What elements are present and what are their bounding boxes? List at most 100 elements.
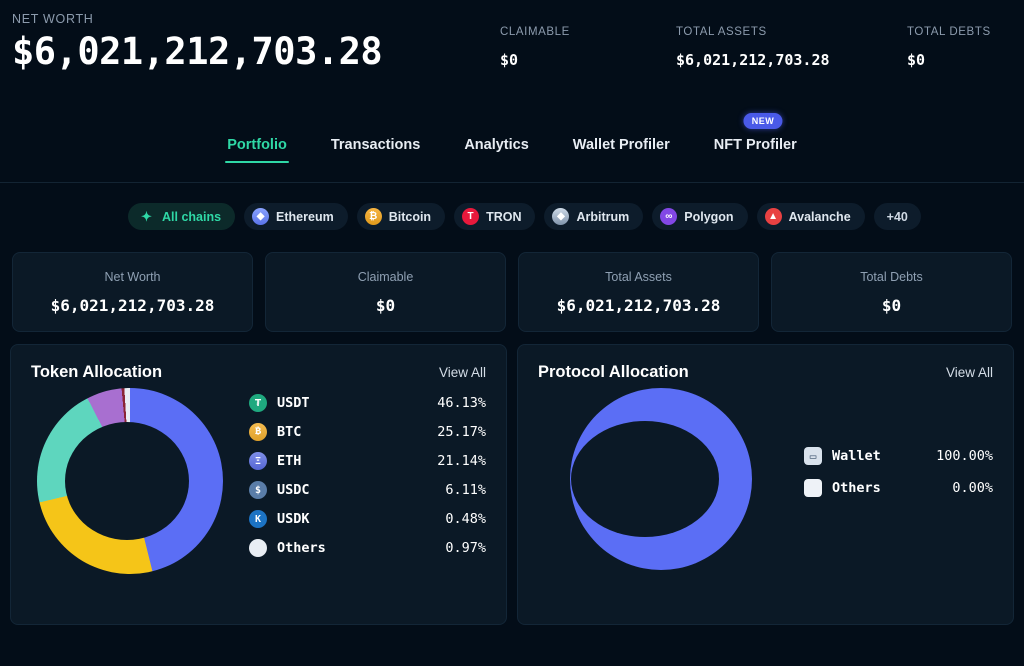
token-allocation-card: Token Allocation View All ₮ USDT 46.13% ₿ BT… — [10, 344, 507, 625]
usdk-icon: K — [249, 510, 267, 528]
tab-transactions[interactable]: Transactions — [309, 137, 442, 163]
token-legend-row: $ USDC 6.11% — [249, 481, 486, 499]
hero-stat-label: TOTAL ASSETS — [676, 26, 767, 38]
tab-analytics[interactable]: Analytics — [442, 137, 550, 163]
token-legend-name: Others — [277, 540, 326, 556]
btc-icon: ₿ — [249, 423, 267, 441]
main-tabbar: Portfolio Transactions Analytics Wallet … — [0, 113, 1024, 183]
token-view-all-link[interactable]: View All — [439, 365, 486, 380]
token-legend-name: USDK — [277, 511, 310, 527]
new-badge: NEW — [743, 113, 783, 129]
chain-chip-label: Polygon — [684, 209, 734, 224]
hero-stat-label: TOTAL DEBTS — [907, 26, 991, 38]
tab-portfolio[interactable]: Portfolio — [205, 137, 309, 163]
stat-card-label: Total Assets — [605, 269, 672, 284]
chain-chip-avalanche[interactable]: ▲ Avalanche — [756, 203, 865, 230]
stat-card-total-debts: Total Debts $0 — [771, 252, 1012, 332]
token-allocation-legend: ₮ USDT 46.13% ₿ BTC 25.17% Ξ ETH 21.14% $ USDC 6.11… — [223, 394, 486, 568]
tab-label: Analytics — [464, 137, 529, 153]
chain-chip-tron[interactable]: T TRON — [454, 203, 536, 230]
token-legend-row: Ξ ETH 21.14% — [249, 452, 486, 470]
chain-chip-ethereum[interactable]: ◆ Ethereum — [244, 203, 348, 230]
eth-icon: Ξ — [249, 452, 267, 470]
hero-stat-total-debts: TOTAL DEBTS $0 — [907, 26, 1024, 69]
arbitrum-icon: ◆ — [552, 208, 570, 225]
token-legend-row: ₿ BTC 25.17% — [249, 423, 486, 441]
stat-card-label: Net Worth — [104, 269, 161, 284]
stat-card-claimable: Claimable $0 — [265, 252, 506, 332]
token-allocation-body: ₮ USDT 46.13% ₿ BTC 25.17% Ξ ETH 21.14% $ USDC 6.11… — [31, 388, 486, 574]
ethereum-icon: ◆ — [252, 208, 270, 225]
chain-chip-all-chains[interactable]: ✦ All chains — [128, 203, 236, 230]
chain-filter-bar: ✦ All chains ◆ Ethereum ₿ Bitcoin T TRON… — [0, 183, 1024, 230]
stat-card-value: $0 — [881, 295, 902, 315]
token-allocation-title: Token Allocation — [31, 363, 163, 381]
hero-stat-claimable: CLAIMABLE $0 — [500, 26, 676, 69]
token-legend-name: ETH — [277, 453, 302, 469]
protocol-allocation-card: Protocol Allocation View All ▭ Wallet 100.… — [517, 344, 1014, 625]
token-legend-row: ₮ USDT 46.13% — [249, 394, 486, 412]
stat-card-total-assets: Total Assets $6,021,212,703.28 — [518, 252, 759, 332]
token-allocation-donut-chart — [37, 388, 223, 574]
protocol-view-all-link[interactable]: View All — [946, 365, 993, 380]
tab-nft-profiler[interactable]: NEW NFT Profiler — [692, 113, 819, 163]
stat-card-label: Claimable — [357, 269, 414, 284]
tab-label: NFT Profiler — [713, 137, 797, 153]
chain-chip-label: All chains — [162, 209, 222, 224]
chain-chip-label: Arbitrum — [576, 209, 630, 224]
token-legend-value: 46.13% — [437, 395, 486, 411]
stat-card-row: Net Worth $6,021,212,703.28 Claimable $0… — [0, 230, 1024, 332]
chain-chip-bitcoin[interactable]: ₿ Bitcoin — [356, 203, 446, 230]
sparkle-icon: ✦ — [141, 208, 152, 224]
token-legend-name: USDT — [277, 395, 310, 411]
protocol-donut-wrap — [538, 388, 752, 570]
net-worth-label: NET WORTH — [12, 12, 94, 26]
chain-chip-label: Bitcoin — [388, 209, 432, 224]
token-legend-value: 21.14% — [437, 453, 486, 469]
tron-icon: T — [462, 208, 480, 225]
protocol-legend-value: 0.00% — [952, 480, 993, 496]
token-legend-row: K USDK 0.48% — [249, 510, 486, 528]
others-icon — [804, 479, 822, 497]
chain-chip-label: +40 — [886, 209, 908, 224]
wallet-icon: ▭ — [804, 447, 822, 465]
avalanche-icon: ▲ — [764, 208, 782, 225]
protocol-allocation-body: ▭ Wallet 100.00% Others 0.00% — [538, 388, 993, 570]
chain-chip-label: Ethereum — [276, 209, 334, 224]
stat-card-value: $6,021,212,703.28 — [50, 295, 215, 315]
chain-chip-polygon[interactable]: ∞ Polygon — [652, 203, 748, 230]
protocol-legend-row: Others 0.00% — [804, 479, 993, 497]
bitcoin-icon: ₿ — [364, 208, 382, 225]
usdt-icon: ₮ — [249, 394, 267, 412]
protocol-allocation-header: Protocol Allocation View All — [538, 363, 993, 382]
tab-label: Transactions — [330, 137, 421, 153]
portfolio-dashboard: NET WORTH $6,021,212,703.28 CLAIMABLE $0… — [0, 0, 1024, 666]
hero-stat-value: $0 — [500, 51, 519, 69]
token-legend-value: 25.17% — [437, 424, 486, 440]
hero-summary: NET WORTH $6,021,212,703.28 CLAIMABLE $0… — [0, 0, 1024, 118]
protocol-legend-name: Wallet — [832, 448, 881, 464]
token-legend-value: 0.97% — [445, 540, 486, 556]
usdc-icon: $ — [249, 481, 267, 499]
hero-stat-total-assets: TOTAL ASSETS $6,021,212,703.28 — [676, 26, 907, 69]
protocol-allocation-legend: ▭ Wallet 100.00% Others 0.00% — [752, 447, 993, 511]
protocol-legend-name: Others — [832, 480, 881, 496]
protocol-allocation-donut-chart — [570, 388, 752, 570]
hero-stat-value: $6,021,212,703.28 — [676, 51, 830, 69]
tab-label: Wallet Profiler — [572, 137, 670, 153]
stat-card-net-worth: Net Worth $6,021,212,703.28 — [12, 252, 253, 332]
stat-card-value: $6,021,212,703.28 — [556, 295, 721, 315]
others-icon — [249, 539, 267, 557]
chain-chip-more[interactable]: +40 — [873, 203, 921, 230]
tab-wallet-profiler[interactable]: Wallet Profiler — [551, 137, 692, 163]
protocol-allocation-title: Protocol Allocation — [538, 363, 689, 381]
hero-stat-label: CLAIMABLE — [500, 26, 570, 38]
token-legend-name: USDC — [277, 482, 310, 498]
tab-label: Portfolio — [227, 137, 287, 153]
protocol-legend-value: 100.00% — [936, 448, 993, 464]
tab-list: Portfolio Transactions Analytics Wallet … — [205, 113, 819, 163]
polygon-icon: ∞ — [660, 208, 678, 225]
chain-chip-label: TRON — [486, 209, 522, 224]
token-donut-wrap — [31, 388, 223, 574]
chain-chip-arbitrum[interactable]: ◆ Arbitrum — [544, 203, 644, 230]
